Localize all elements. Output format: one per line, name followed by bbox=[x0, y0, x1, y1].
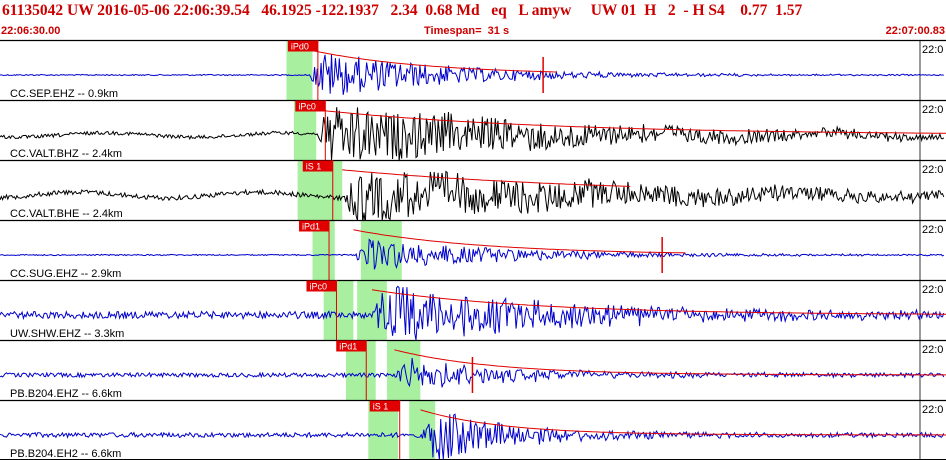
time-tick-label: 22:0 bbox=[922, 284, 943, 296]
station-label-2: CC.VALT.BHZ -- 2.4km bbox=[10, 148, 122, 160]
station-label-1: CC.SEP.EHZ -- 0.9km bbox=[10, 88, 118, 100]
pick-label-2: iPc0 bbox=[298, 102, 316, 112]
coda-envelope-3 bbox=[342, 169, 631, 187]
seismogram-panel[interactable]: iPd0 22:0 CC.SEP.EHZ -- 0.9km iPc0 22:0 CC.VA… bbox=[0, 0, 946, 460]
station-label-6: PB.B204.EHZ -- 6.6km bbox=[10, 388, 122, 400]
pick-label-6: iPd1 bbox=[339, 342, 357, 352]
station-label-5: UW.SHW.EHZ -- 3.3km bbox=[10, 328, 124, 340]
pick-label-3: iS 1 bbox=[306, 162, 322, 172]
pick-window-6-2 bbox=[386, 340, 421, 400]
pick-label-4: iPd1 bbox=[302, 222, 320, 232]
time-tick-label: 22:0 bbox=[922, 224, 943, 236]
time-tick-label: 22:0 bbox=[922, 44, 943, 56]
time-tick-label: 22:0 bbox=[922, 344, 943, 356]
station-label-7: PB.B204.EH2 -- 6.6km bbox=[10, 448, 121, 460]
time-tick-label: 22:0 bbox=[922, 164, 943, 176]
pick-label-1: iPd0 bbox=[291, 42, 309, 52]
station-label-3: CC.VALT.BHE -- 2.4km bbox=[10, 208, 123, 220]
waveform-trace-1[interactable] bbox=[0, 53, 944, 95]
waveform-trace-2[interactable] bbox=[0, 107, 945, 162]
pick-window-5-2 bbox=[357, 280, 387, 340]
waveform-trace-4[interactable] bbox=[0, 238, 945, 270]
pick-label-7: iS 1 bbox=[373, 402, 389, 412]
pick-label-5: iPc0 bbox=[309, 282, 327, 292]
time-tick-label: 22:0 bbox=[922, 404, 943, 416]
coda-envelope-5 bbox=[371, 289, 946, 315]
time-tick-label: 22:0 bbox=[922, 104, 943, 116]
station-label-4: CC.SUG.EHZ -- 2.9km bbox=[10, 268, 121, 280]
